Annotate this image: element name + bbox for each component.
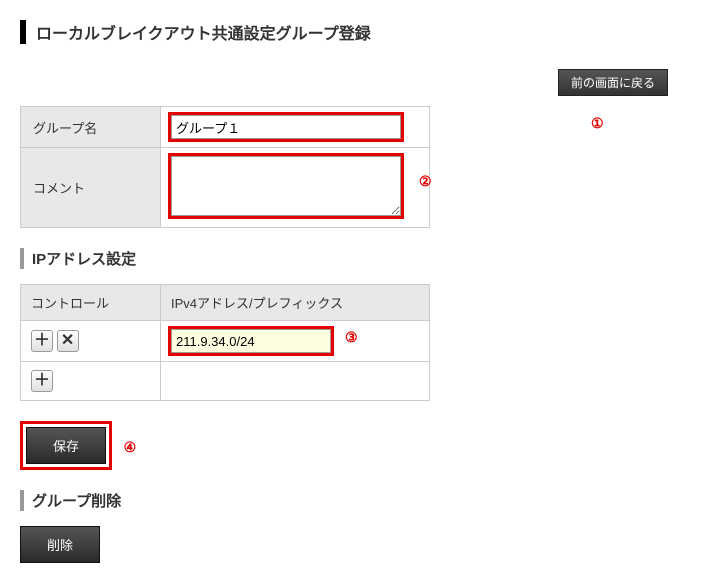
group-name-input[interactable]	[171, 115, 401, 139]
remove-row-icon[interactable]: ✕	[57, 330, 79, 352]
ip-row: ＋ ✕ ③	[21, 321, 430, 362]
save-button[interactable]: 保存	[26, 427, 106, 464]
ip-table: コントロール IPv4アドレス/プレフィックス ＋ ✕ ③ ＋	[20, 284, 430, 401]
add-row-icon[interactable]: ＋	[31, 370, 53, 392]
group-name-label: グループ名	[21, 107, 161, 148]
marker-3: ③	[345, 329, 358, 346]
ip-section-title: IPアドレス設定	[20, 248, 698, 269]
group-form-table: グループ名 ① コメント ②	[20, 106, 430, 228]
save-highlight: 保存	[20, 421, 112, 470]
ip-row-empty: ＋	[21, 362, 430, 401]
back-button[interactable]: 前の画面に戻る	[558, 69, 668, 96]
marker-1: ①	[591, 115, 604, 132]
comment-label: コメント	[21, 148, 161, 228]
delete-section-title: グループ削除	[20, 490, 698, 511]
add-row-icon[interactable]: ＋	[31, 330, 53, 352]
control-column-header: コントロール	[21, 285, 161, 321]
ipv4-column-header: IPv4アドレス/プレフィックス	[161, 285, 430, 321]
ipv4-input[interactable]	[171, 329, 331, 353]
marker-4: ④	[124, 439, 137, 456]
marker-2: ②	[419, 173, 432, 190]
delete-button[interactable]: 削除	[20, 526, 100, 563]
page-title: ローカルブレイクアウト共通設定グループ登録	[20, 20, 698, 44]
comment-textarea[interactable]	[171, 156, 401, 216]
